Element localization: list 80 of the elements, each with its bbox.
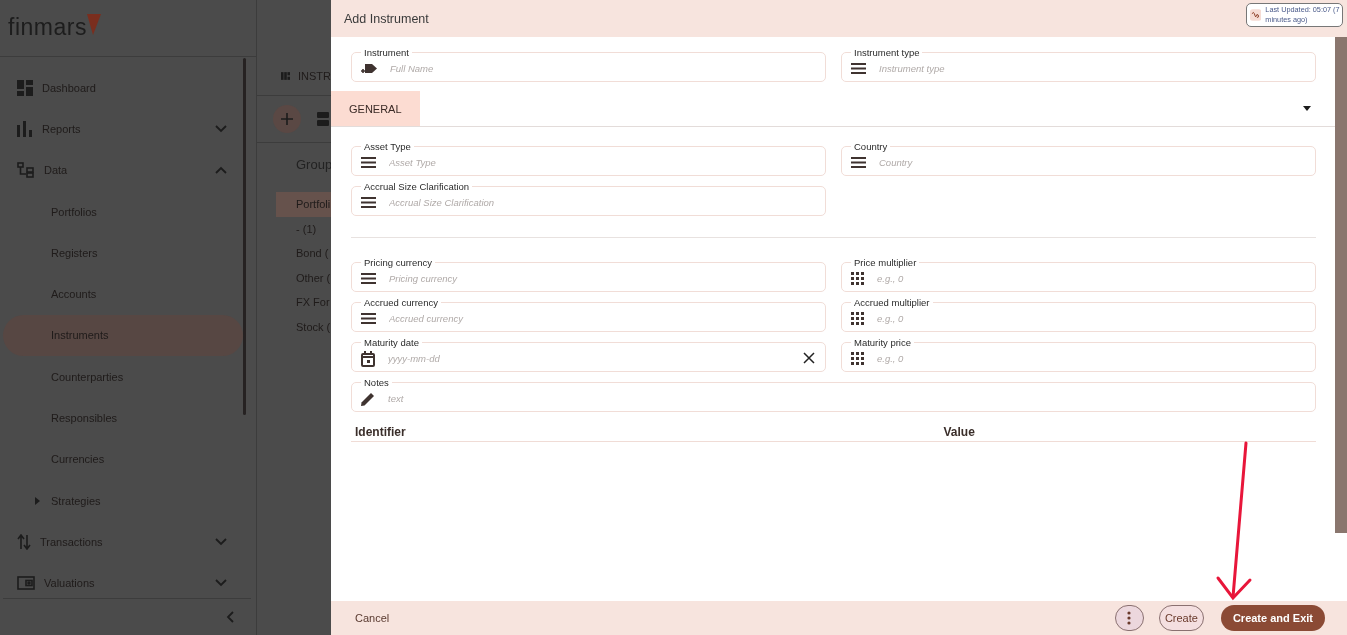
chevron-up-icon[interactable]: [215, 166, 227, 175]
create-and-exit-button[interactable]: Create and Exit: [1220, 605, 1325, 631]
number-field[interactable]: e.g., 0: [877, 353, 1305, 364]
list-icon: [851, 63, 866, 74]
select-field[interactable]: Instrument type Instrument type: [841, 47, 1316, 82]
select-field[interactable]: Pricing currency Pricing currency: [351, 257, 826, 292]
select-field[interactable]: Country Country: [841, 141, 1316, 176]
bar-chart-icon: [17, 120, 33, 137]
close-icon: [803, 351, 815, 364]
cancel-button[interactable]: Cancel: [355, 612, 390, 624]
chevron-down-icon[interactable]: [215, 579, 227, 588]
field-label: Country: [853, 141, 889, 152]
pencil-icon: [361, 391, 375, 406]
select-field[interactable]: Instrument type: [879, 63, 1305, 74]
plus-icon: [281, 113, 293, 125]
collapse-chevron-icon[interactable]: [226, 611, 234, 623]
column-header: Value: [942, 424, 976, 439]
instrument-field[interactable]: Instrument Full Name: [351, 47, 826, 82]
keypad-icon: [851, 312, 864, 325]
calendar-icon: [361, 350, 375, 367]
date-field[interactable]: Maturity date yyyy-mm-dd: [351, 337, 826, 372]
field-label: Instrument: [363, 47, 410, 58]
logo-triangle-icon: [86, 14, 101, 35]
select-field[interactable]: Accrued currency Accrued currency: [351, 297, 826, 332]
column-header: Identifier: [354, 424, 407, 439]
caret-right-icon[interactable]: [35, 496, 40, 505]
select-field[interactable]: Accrual Size Clarification: [389, 197, 815, 208]
chevron-down-icon[interactable]: [215, 537, 227, 546]
keypad-icon: [851, 352, 864, 365]
tag-plus-icon: [361, 62, 377, 75]
clear-button[interactable]: [803, 353, 815, 364]
field-label: Accrued currency: [363, 297, 439, 308]
field-label: Maturity price: [853, 337, 912, 348]
select-field[interactable]: Pricing currency: [389, 273, 815, 284]
number-field[interactable]: e.g., 0: [877, 273, 1305, 284]
hierarchy-icon: [17, 162, 35, 179]
more-button[interactable]: [1114, 605, 1144, 631]
select-field[interactable]: Asset Type Asset Type: [351, 141, 826, 176]
caret-down-icon[interactable]: [1303, 106, 1311, 111]
server-icon[interactable]: [317, 112, 329, 126]
number-field[interactable]: Price multiplier e.g., 0: [841, 257, 1316, 292]
list-icon: [361, 197, 376, 208]
field-label: Accrued multiplier: [853, 297, 931, 308]
number-field[interactable]: Accrued multiplier e.g., 0: [841, 297, 1316, 332]
field-label: Price multiplier: [853, 257, 918, 268]
list-icon: [361, 313, 376, 324]
field-label: Notes: [363, 377, 390, 388]
number-field[interactable]: e.g., 0: [877, 313, 1305, 324]
text-field[interactable]: text: [388, 393, 1305, 404]
select-field[interactable]: Accrued currency: [389, 313, 815, 324]
field-label: Instrument type: [853, 47, 921, 58]
list-icon: [851, 157, 866, 168]
up-down-arrows-icon: [17, 533, 31, 550]
text-field[interactable]: Notes text: [351, 377, 1316, 412]
create-button[interactable]: Create: [1158, 605, 1204, 631]
keypad-icon: [851, 272, 864, 285]
select-field[interactable]: Accrual Size Clarification Accrual Size Clarification: [351, 181, 826, 216]
field-label: Asset Type: [363, 141, 412, 152]
wallet-icon: [17, 575, 35, 592]
date-field[interactable]: yyyy-mm-dd: [388, 353, 790, 364]
number-field[interactable]: Maturity price e.g., 0: [841, 337, 1316, 372]
field-label: Accrual Size Clarification: [363, 181, 471, 192]
panel-icon: [281, 70, 290, 82]
dashboard-icon: [17, 79, 33, 96]
tab[interactable]: GENERAL: [331, 91, 420, 126]
more-vertical-icon: [1127, 611, 1132, 625]
scrollbar[interactable]: [1335, 37, 1347, 533]
list-icon: [361, 273, 376, 284]
dialog-title: Add Instrument: [344, 11, 429, 26]
add-button[interactable]: [273, 105, 301, 133]
signature-icon: [1250, 6, 1262, 24]
group-item[interactable]: Portfoli: [276, 192, 331, 217]
select-field[interactable]: Country: [879, 157, 1305, 168]
scrollbar[interactable]: [243, 58, 246, 415]
select-field[interactable]: Asset Type: [389, 157, 815, 168]
field-label: Maturity date: [363, 337, 420, 348]
instrument-field[interactable]: Full Name: [390, 63, 815, 74]
field-label: Pricing currency: [363, 257, 434, 268]
chevron-down-icon[interactable]: [215, 124, 227, 133]
list-icon: [361, 157, 376, 168]
